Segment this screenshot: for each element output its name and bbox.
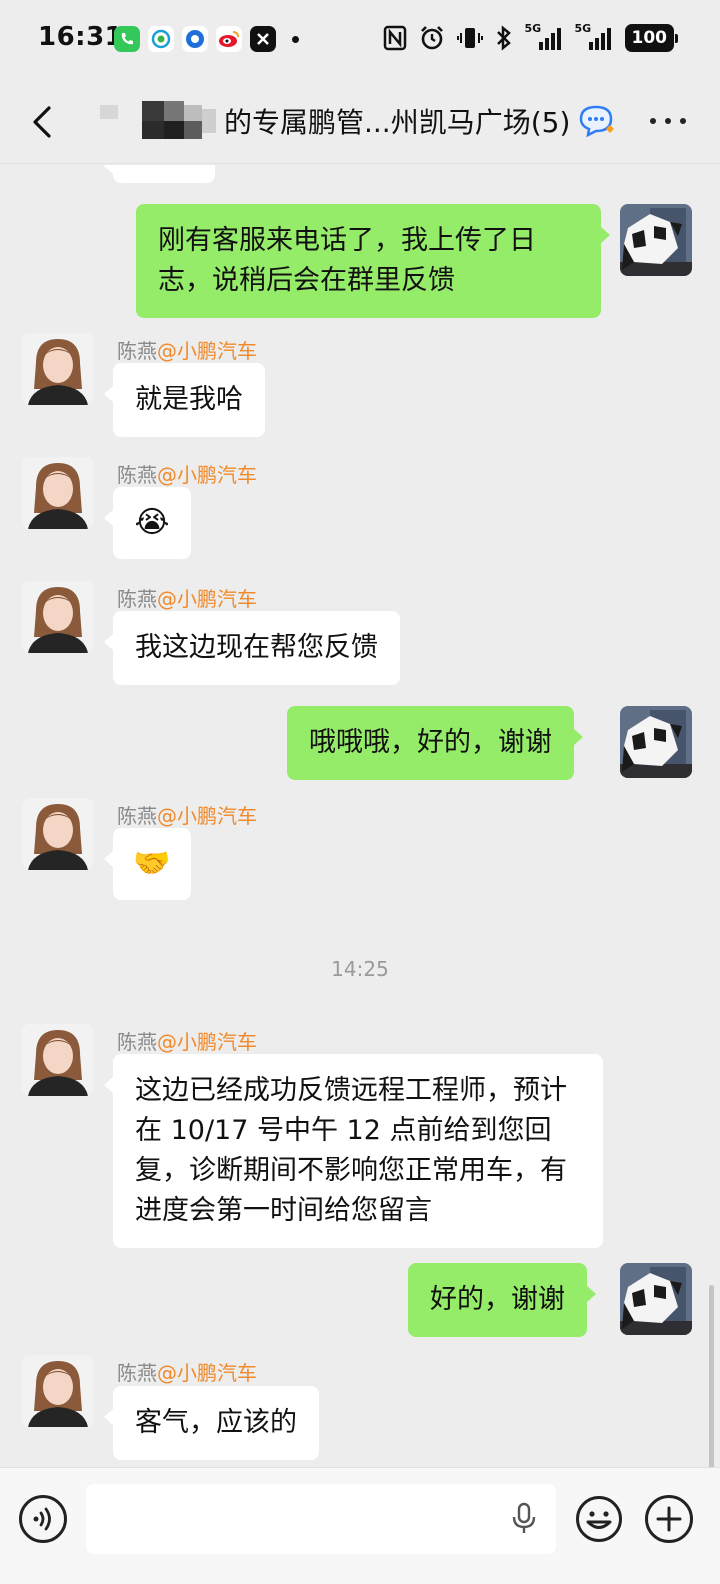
sender-org: @小鹏汽车 (157, 587, 257, 611)
vibrate-icon (456, 28, 483, 48)
microphone-icon[interactable] (510, 1502, 538, 1536)
message-bubble-incoming[interactable]: 就是我哈 (104, 363, 265, 437)
sender-label: 陈燕@小鹏汽车 (117, 459, 257, 488)
nfc-icon (383, 25, 406, 51)
message-bubble-outgoing[interactable]: 刚有客服来电话了，我上传了日志，说稍后会在群里反馈 (136, 204, 610, 318)
more-notifications-dot (292, 35, 299, 43)
input-bar (0, 1467, 720, 1584)
sender-label: 陈燕@小鹏汽车 (117, 800, 257, 829)
message-list[interactable]: 刚有客服来电话了，我上传了日志，说稍后会在群里反馈 陈燕@小鹏汽车 就是我哈 陈… (0, 165, 720, 1467)
notification-icons (114, 26, 299, 52)
sender-org: @小鹏汽车 (157, 804, 257, 828)
chat-header: 的专属鹏管...州凯马广场(5) (0, 80, 720, 164)
sender-name: 陈燕 (117, 1030, 157, 1054)
emoji-button[interactable] (575, 1495, 623, 1543)
sender-label: 陈燕@小鹏汽车 (117, 1026, 257, 1055)
mobile-carrier-icon (148, 26, 174, 52)
status-bar: 16:31 5G 5G 100 (0, 0, 720, 80)
panda-avatar-icon (620, 1263, 692, 1335)
weibo-app-icon (216, 26, 242, 52)
sender-org: @小鹏汽车 (157, 339, 257, 363)
contact-avatar[interactable] (22, 333, 94, 405)
panda-avatar-icon (620, 204, 692, 276)
chat-scrollbar[interactable] (709, 1285, 714, 1485)
message-bubble-outgoing[interactable]: 哦哦哦，好的，谢谢 (287, 706, 583, 780)
phone-app-icon (114, 26, 140, 52)
person-avatar-icon (22, 333, 94, 405)
message-timestamp: 14:25 (331, 957, 389, 981)
my-avatar[interactable] (620, 1263, 692, 1335)
signal-1-icon: 5G (525, 22, 563, 51)
more-dot (680, 118, 686, 124)
sender-label: 陈燕@小鹏汽车 (117, 335, 257, 364)
person-avatar-icon (22, 457, 94, 529)
message-input[interactable] (86, 1484, 556, 1554)
message-bubble-outgoing[interactable]: 好的，谢谢 (408, 1263, 596, 1337)
sender-label: 陈燕@小鹏汽车 (117, 583, 257, 612)
redacted-name-mosaic (100, 101, 222, 141)
sender-name: 陈燕 (117, 804, 157, 828)
emoji-icon (576, 1496, 622, 1542)
plus-icon (656, 1506, 682, 1532)
my-avatar[interactable] (620, 706, 692, 778)
panda-avatar-icon (620, 706, 692, 778)
message-bubble-emoji[interactable]: 🤝 (104, 828, 191, 900)
my-avatar[interactable] (620, 204, 692, 276)
status-time: 16:31 (38, 22, 124, 52)
handshake-emoji: 🤝 (133, 846, 171, 881)
group-chat-icon (580, 105, 615, 138)
alarm-icon (420, 26, 443, 50)
more-dot (665, 118, 671, 124)
contact-avatar[interactable] (22, 798, 94, 870)
message-bubble-incoming[interactable]: 客气，应该的 (104, 1386, 319, 1460)
sender-org: @小鹏汽车 (157, 1361, 257, 1385)
sender-name: 陈燕 (117, 587, 157, 611)
x-app-icon (250, 26, 276, 52)
voice-input-button[interactable] (19, 1495, 67, 1543)
person-avatar-icon (22, 1355, 94, 1427)
chat-title: 的专属鹏管...州凯马广场(5) (224, 106, 571, 139)
message-bubble-incoming[interactable]: 这边已经成功反馈远程工程师，预计在 10/17 号中午 12 点前给到您回复，诊… (104, 1054, 603, 1248)
signal-2-icon: 5G (575, 22, 613, 51)
message-bubble-emoji[interactable]: 😭 (104, 487, 191, 559)
chat-title-area[interactable]: 的专属鹏管...州凯马广场(5) (100, 101, 620, 141)
person-avatar-icon (22, 1024, 94, 1096)
person-avatar-icon (22, 798, 94, 870)
more-dot (650, 118, 656, 124)
sender-name: 陈燕 (117, 1361, 157, 1385)
sender-org: @小鹏汽车 (157, 463, 257, 487)
contact-avatar[interactable] (22, 1355, 94, 1427)
sender-name: 陈燕 (117, 463, 157, 487)
sender-name: 陈燕 (117, 339, 157, 363)
browser-app-icon (182, 26, 208, 52)
battery-indicator: 100 (624, 24, 678, 52)
person-avatar-icon (22, 581, 94, 653)
voice-icon (33, 1507, 51, 1531)
contact-avatar[interactable] (22, 581, 94, 653)
crying-laughing-emoji: 😭 (134, 505, 170, 540)
sender-org: @小鹏汽车 (157, 1030, 257, 1054)
chevron-left-icon (33, 106, 51, 138)
message-bubble-partial[interactable] (104, 165, 215, 183)
sender-label: 陈燕@小鹏汽车 (117, 1357, 257, 1386)
contact-avatar[interactable] (22, 1024, 94, 1096)
contact-avatar[interactable] (22, 457, 94, 529)
message-bubble-incoming[interactable]: 我这边现在帮您反馈 (104, 611, 400, 685)
system-status-icons: 5G 5G 100 (383, 22, 678, 52)
back-button[interactable] (24, 102, 64, 142)
bluetooth-icon (496, 25, 511, 51)
more-functions-button[interactable] (645, 1495, 693, 1543)
more-options-button[interactable] (650, 118, 686, 124)
